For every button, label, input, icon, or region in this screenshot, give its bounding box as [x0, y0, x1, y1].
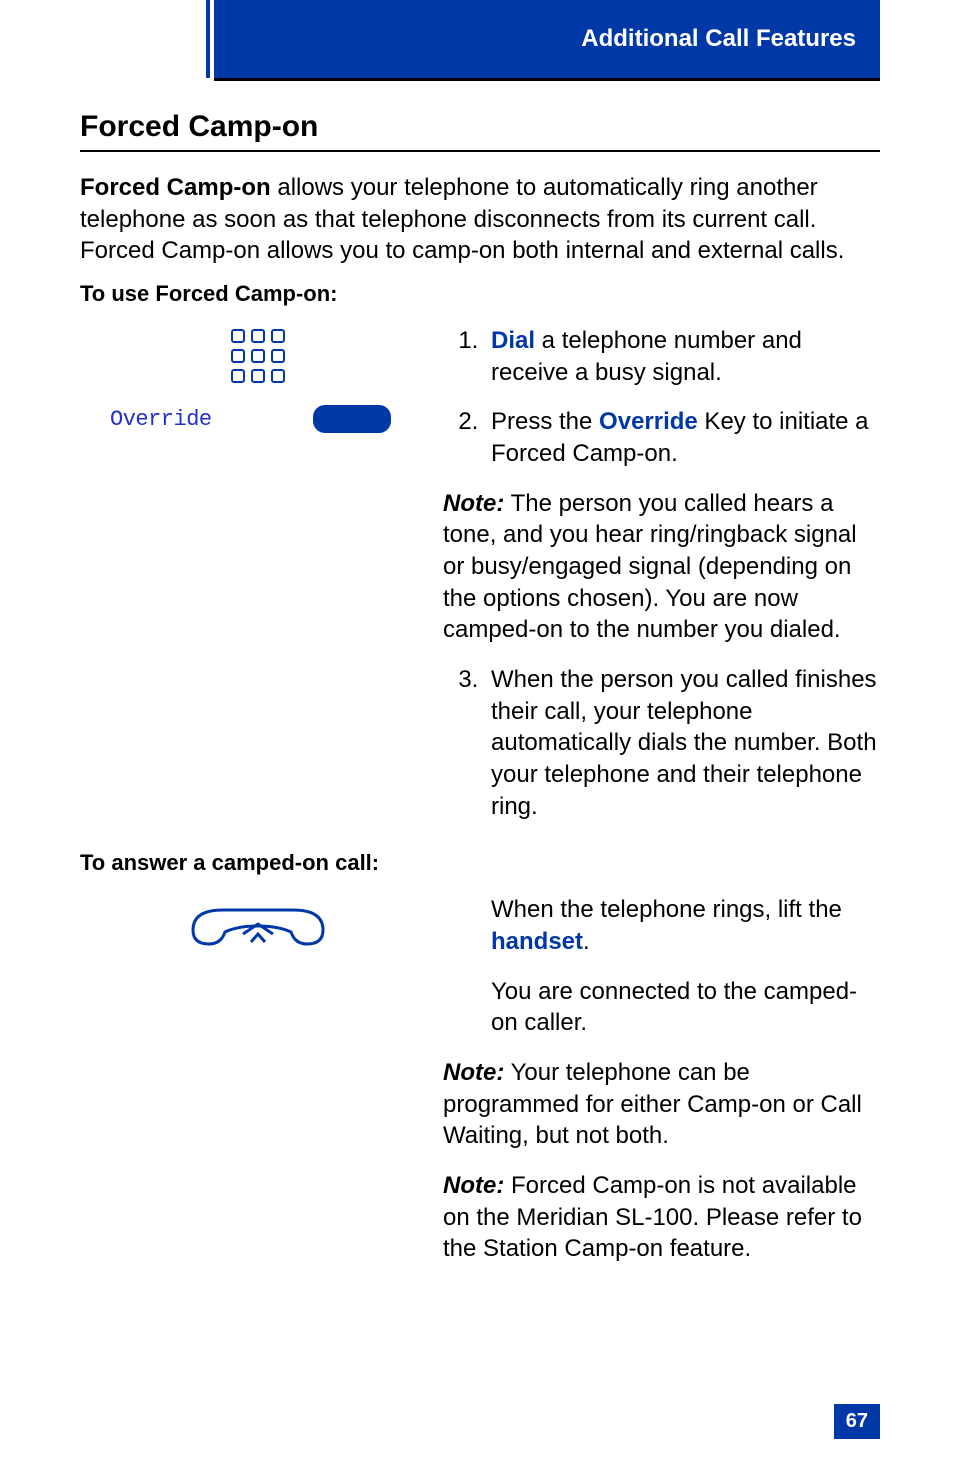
answer-left-col [80, 894, 435, 950]
softkey-row: Override [80, 405, 435, 433]
use-right-col: Dial a telephone number and receive a bu… [443, 325, 880, 840]
step-2: Press the Override Key to initiate a For… [485, 406, 880, 469]
answer-line1: When the telephone rings, lift the hands… [491, 894, 880, 957]
note-2: Note: Your telephone can be programmed f… [443, 1057, 880, 1152]
step-3: When the person you called finishes thei… [485, 664, 880, 822]
step2-action: Override [599, 408, 698, 435]
keypad-key-icon [271, 369, 285, 383]
answer-line2: You are connected to the camped-on calle… [491, 976, 880, 1039]
keypad-key-icon [271, 329, 285, 343]
intro-paragraph: Forced Camp-on allows your telephone to … [80, 172, 880, 267]
note1-text: The person you called hears a tone, and … [443, 490, 857, 644]
keypad-key-icon [251, 349, 265, 363]
note-3: Note: Forced Camp-on is not available on… [443, 1170, 880, 1265]
step2-pre: Press the [491, 408, 599, 435]
keypad-key-icon [231, 349, 245, 363]
page: Additional Call Features Forced Camp-on … [0, 0, 954, 1475]
keypad-key-icon [231, 369, 245, 383]
use-section: Override Dial a telephone number and rec… [80, 325, 880, 840]
note3-text: Forced Camp-on is not available on the M… [443, 1172, 862, 1262]
answer-line1-action: handset [491, 928, 583, 955]
page-title: Forced Camp-on [80, 110, 880, 144]
step-1: Dial a telephone number and receive a bu… [485, 325, 880, 388]
softkey-label: Override [110, 407, 212, 432]
keypad-key-icon [251, 329, 265, 343]
header-section-title: Additional Call Features [581, 25, 856, 53]
answer-section: When the telephone rings, lift the hands… [80, 894, 880, 1283]
keypad-icon [228, 329, 288, 383]
step3-text: When the person you called finishes thei… [491, 666, 877, 820]
header-rule [214, 78, 880, 81]
note2-label: Note: [443, 1059, 504, 1086]
note3-label: Note: [443, 1172, 504, 1199]
title-rule [80, 150, 880, 152]
keypad-key-icon [271, 349, 285, 363]
keypad-key-icon [231, 329, 245, 343]
answer-line1-pre: When the telephone rings, lift the [491, 896, 842, 923]
header-tab: Additional Call Features [214, 0, 880, 78]
content-area: Forced Camp-on Forced Camp-on allows you… [80, 110, 880, 1435]
intro-lead: Forced Camp-on [80, 174, 271, 201]
note2-text: Your telephone can be programmed for eit… [443, 1059, 862, 1149]
softkey-button-icon [313, 405, 391, 433]
answer-right-col: When the telephone rings, lift the hands… [443, 894, 880, 1283]
use-left-col: Override [80, 325, 435, 433]
page-number: 67 [834, 1404, 880, 1439]
keypad-key-icon [251, 369, 265, 383]
note1-label: Note: [443, 490, 504, 517]
handset-icon [183, 900, 333, 950]
subhead-answer: To answer a camped-on call: [80, 850, 880, 876]
answer-line1-post: . [583, 928, 590, 955]
step1-text: a telephone number and receive a busy si… [491, 327, 802, 386]
handset-icon-wrap [80, 900, 435, 950]
step1-action: Dial [491, 327, 535, 354]
subhead-use: To use Forced Camp-on: [80, 281, 880, 307]
header-side-accent [206, 0, 210, 78]
note-1: Note: The person you called hears a tone… [443, 488, 880, 646]
